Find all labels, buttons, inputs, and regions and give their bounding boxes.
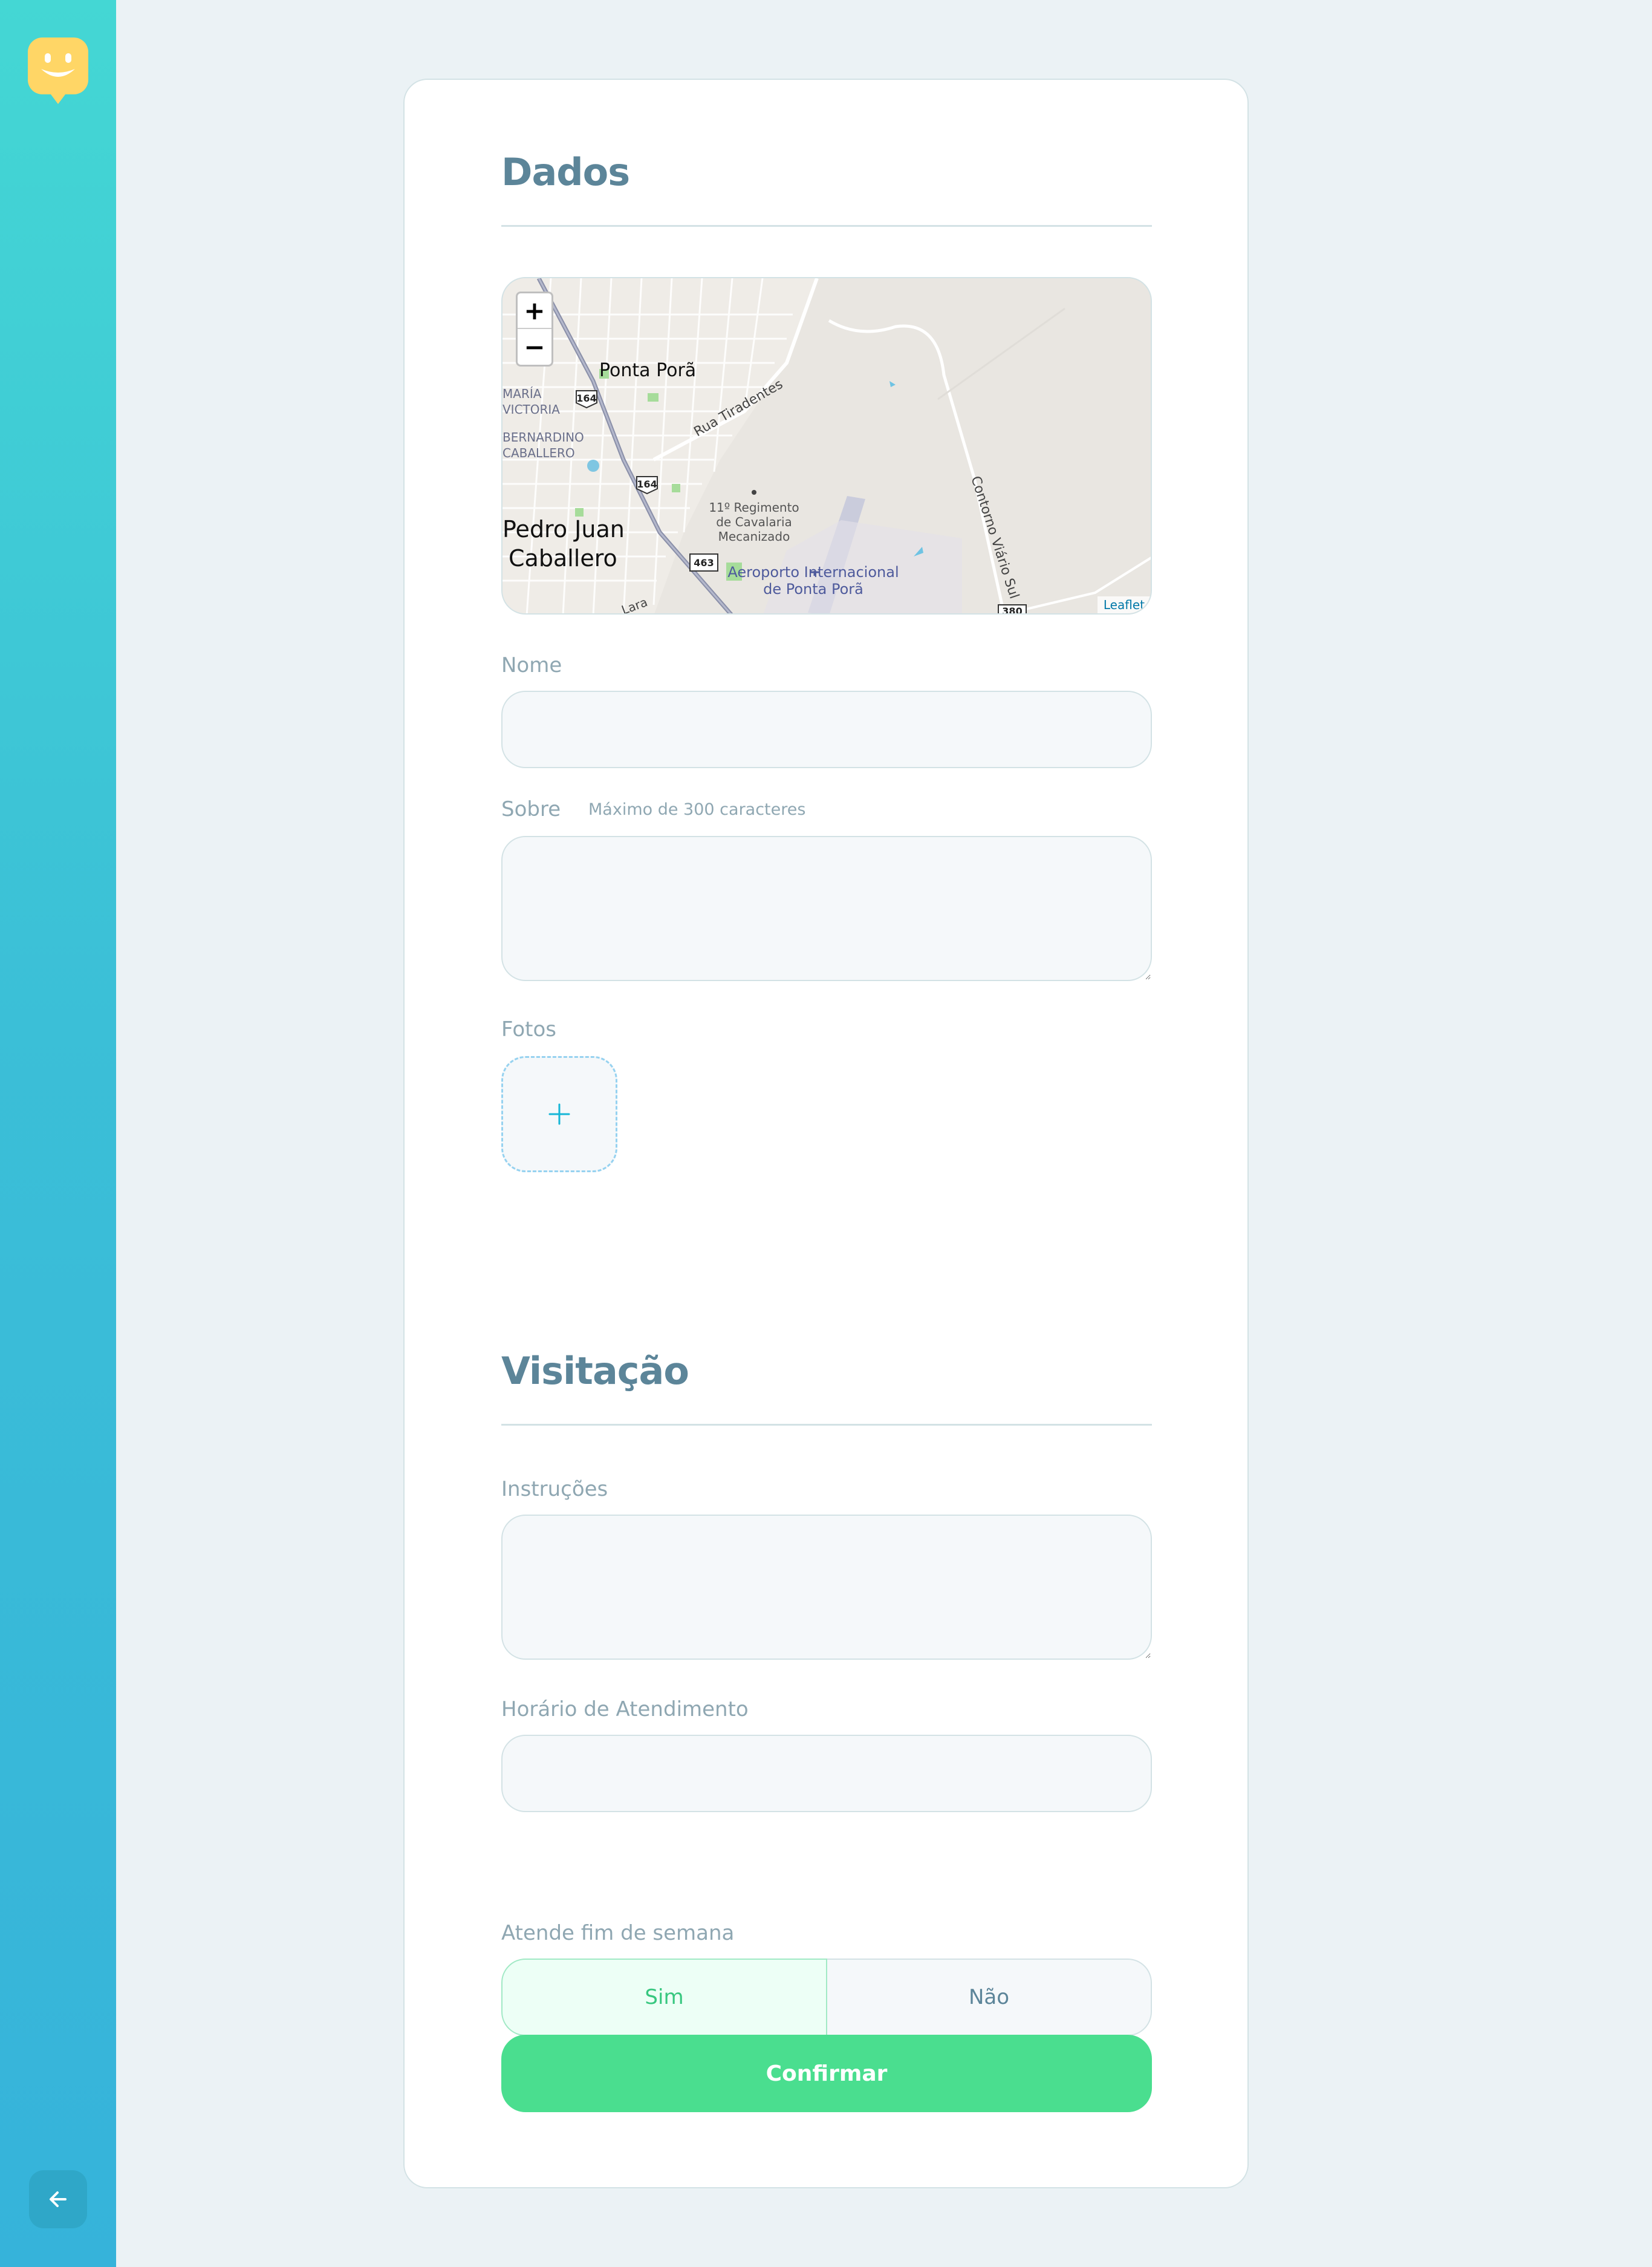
sobre-label: Sobre: [501, 797, 561, 821]
section-title-dados: Dados: [501, 150, 630, 194]
map-label: 164: [637, 478, 657, 490]
horario-label: Horário de Atendimento: [501, 1697, 749, 1721]
map-label: VICTORIA: [502, 402, 560, 417]
section-divider: [501, 1424, 1152, 1426]
instrucoes-label: Instruções: [501, 1477, 608, 1501]
map-label: Mecanizado: [718, 529, 790, 544]
nome-label: Nome: [501, 653, 562, 677]
map-label: Ponta Porã: [599, 360, 696, 381]
section-title-visitacao: Visitação: [501, 1349, 689, 1393]
nome-input[interactable]: [501, 691, 1152, 768]
section-divider: [501, 225, 1152, 227]
map-label: MARÍA: [502, 387, 542, 401]
map-zoom-control: + −: [516, 292, 553, 367]
map-label: 11º Regimento: [709, 500, 799, 515]
map-label: de Cavalaria: [716, 515, 792, 529]
map-attribution-link[interactable]: Leaflet: [1097, 596, 1151, 613]
weekend-no-button[interactable]: Não: [827, 1959, 1152, 2036]
fim-de-semana-label: Atende fim de semana: [501, 1921, 735, 1945]
map-label: Pedro Juan: [502, 516, 625, 543]
instrucoes-textarea[interactable]: [501, 1515, 1152, 1660]
create-orphanage-form: Dados 164 164 463 380 Ponta Porã Pedro J…: [403, 79, 1249, 2188]
zoom-in-button[interactable]: +: [518, 293, 551, 329]
arrow-left-icon: [50, 2191, 67, 2207]
weekend-yes-button[interactable]: Sim: [501, 1959, 827, 2036]
location-map[interactable]: 164 164 164 463 380 Ponta Porã Pedro Jua…: [501, 277, 1152, 615]
sobre-hint: Máximo de 300 caracteres: [588, 800, 806, 819]
plus-icon: [548, 1103, 570, 1125]
back-button[interactable]: [29, 2170, 87, 2228]
confirm-button[interactable]: Confirmar: [501, 2035, 1152, 2112]
fotos-label: Fotos: [501, 1017, 556, 1042]
map-label: Caballero: [509, 545, 617, 572]
map-label: de Ponta Porã: [763, 581, 863, 598]
zoom-out-button[interactable]: −: [518, 329, 551, 365]
horario-input[interactable]: [501, 1735, 1152, 1812]
sobre-textarea[interactable]: [501, 836, 1152, 981]
map-label: 380: [1002, 605, 1022, 615]
happy-face-marker-icon[interactable]: [28, 38, 88, 105]
map-tiles[interactable]: 164 164 164 463 380 Ponta Porã Pedro Jua…: [502, 278, 1152, 615]
weekend-toggle: Sim Não: [501, 1959, 1152, 2036]
map-label: 463: [694, 557, 714, 569]
map-label: 164: [576, 393, 596, 404]
map-label: CABALLERO: [502, 446, 575, 460]
map-label: BERNARDINO: [502, 430, 584, 445]
add-photo-button[interactable]: [501, 1056, 617, 1172]
sidebar: [0, 0, 116, 2267]
